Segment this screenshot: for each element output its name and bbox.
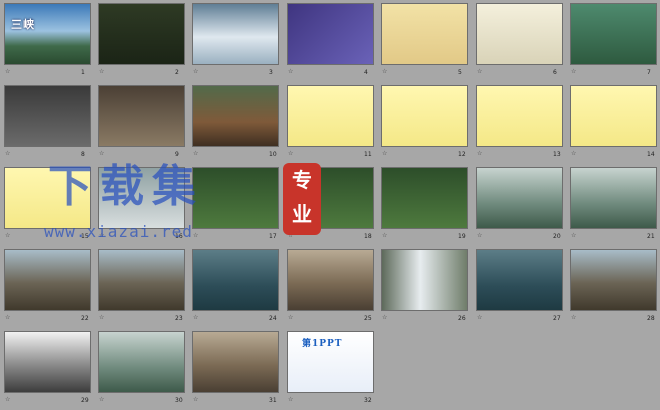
slide-thumbnail-7[interactable] (570, 3, 657, 65)
slide-number: 24 (269, 315, 277, 322)
slide-thumbnail-19[interactable] (381, 167, 468, 229)
slide-number: 13 (553, 151, 561, 158)
transition-icon[interactable]: ☆ (99, 314, 104, 321)
slide-number: 6 (553, 69, 557, 76)
slide-thumbnail-31[interactable] (192, 331, 279, 393)
transition-icon[interactable]: ☆ (382, 232, 387, 239)
slide-thumbnail-1[interactable]: 三峡 (4, 3, 91, 65)
transition-icon[interactable]: ☆ (288, 314, 293, 321)
transition-icon[interactable]: ☆ (477, 314, 482, 321)
slide-thumbnail-22[interactable] (4, 249, 91, 311)
slide-thumbnail-28[interactable] (570, 249, 657, 311)
transition-icon[interactable]: ☆ (571, 314, 576, 321)
slide-number: 23 (175, 315, 183, 322)
slide-thumbnail-25[interactable] (287, 249, 374, 311)
stamp-char-1: 专 (292, 168, 312, 192)
transition-icon[interactable]: ☆ (288, 68, 293, 75)
transition-icon[interactable]: ☆ (477, 232, 482, 239)
slide-number: 25 (364, 315, 372, 322)
slide-thumbnail-12[interactable] (381, 85, 468, 147)
slide-thumbnail-21[interactable] (570, 167, 657, 229)
transition-icon[interactable]: ☆ (193, 396, 198, 403)
transition-icon[interactable]: ☆ (5, 232, 10, 239)
slide-thumbnail-24[interactable] (192, 249, 279, 311)
transition-icon[interactable]: ☆ (288, 396, 293, 403)
slide-number: 26 (458, 315, 466, 322)
slide-thumbnail-13[interactable] (476, 85, 563, 147)
slide-title: 三峡 (11, 18, 35, 31)
slide-thumbnail-4[interactable] (287, 3, 374, 65)
slide-number: 20 (553, 233, 561, 240)
slide-number: 22 (81, 315, 89, 322)
transition-icon[interactable]: ☆ (571, 150, 576, 157)
transition-icon[interactable]: ☆ (477, 150, 482, 157)
slide-thumbnail-3[interactable] (192, 3, 279, 65)
transition-icon[interactable]: ☆ (288, 150, 293, 157)
transition-icon[interactable]: ☆ (382, 68, 387, 75)
transition-icon[interactable]: ☆ (99, 396, 104, 403)
slide-number: 7 (647, 69, 651, 76)
slide-thumbnail-10[interactable] (192, 85, 279, 147)
slide-thumbnail-2[interactable] (98, 3, 185, 65)
transition-icon[interactable]: ☆ (5, 150, 10, 157)
slide-thumbnail-26[interactable] (381, 249, 468, 311)
transition-icon[interactable]: ☆ (571, 68, 576, 75)
transition-icon[interactable]: ☆ (5, 314, 10, 321)
transition-icon[interactable]: ☆ (382, 150, 387, 157)
watermark-title: 下载集 (48, 161, 204, 212)
transition-icon[interactable]: ☆ (193, 232, 198, 239)
slide-number: 27 (553, 315, 561, 322)
slide-number: 14 (647, 151, 655, 158)
slide-number: 19 (458, 233, 466, 240)
slide-number: 29 (81, 397, 89, 404)
slide-number: 12 (458, 151, 466, 158)
slide-thumbnail-17[interactable] (192, 167, 279, 229)
slide-number: 10 (269, 151, 277, 158)
slide-number: 28 (647, 315, 655, 322)
transition-icon[interactable]: ☆ (571, 232, 576, 239)
watermark-url: www.xiazai.red (44, 222, 193, 241)
slide-thumbnail-5[interactable] (381, 3, 468, 65)
slide-number: 11 (364, 151, 372, 158)
slide-number: 3 (269, 69, 273, 76)
slide-number: 2 (175, 69, 179, 76)
transition-icon[interactable]: ☆ (99, 68, 104, 75)
slide-number: 32 (364, 397, 372, 404)
slide-thumbnail-6[interactable] (476, 3, 563, 65)
slide-number: 4 (364, 69, 368, 76)
transition-icon[interactable]: ☆ (382, 314, 387, 321)
slide-thumbnail-27[interactable] (476, 249, 563, 311)
slide-title: 第1PPT (302, 339, 343, 349)
transition-icon[interactable]: ☆ (193, 314, 198, 321)
slide-thumbnail-14[interactable] (570, 85, 657, 147)
watermark-stamp: 专 业 (283, 163, 321, 235)
slide-number: 1 (81, 69, 85, 76)
stamp-char-2: 业 (292, 202, 312, 226)
slide-number: 5 (458, 69, 462, 76)
slide-thumbnail-8[interactable] (4, 85, 91, 147)
transition-icon[interactable]: ☆ (477, 68, 482, 75)
transition-icon[interactable]: ☆ (193, 68, 198, 75)
slide-thumbnail-32[interactable]: 第1PPT (287, 331, 374, 393)
slide-thumbnail-29[interactable] (4, 331, 91, 393)
slide-number: 31 (269, 397, 277, 404)
slide-thumbnail-20[interactable] (476, 167, 563, 229)
slide-thumbnail-30[interactable] (98, 331, 185, 393)
slide-thumbnail-11[interactable] (287, 85, 374, 147)
slide-number: 17 (269, 233, 277, 240)
transition-icon[interactable]: ☆ (5, 396, 10, 403)
slide-number: 21 (647, 233, 655, 240)
slide-number: 30 (175, 397, 183, 404)
slide-thumbnail-23[interactable] (98, 249, 185, 311)
slide-thumbnail-9[interactable] (98, 85, 185, 147)
transition-icon[interactable]: ☆ (5, 68, 10, 75)
slide-number: 18 (364, 233, 372, 240)
